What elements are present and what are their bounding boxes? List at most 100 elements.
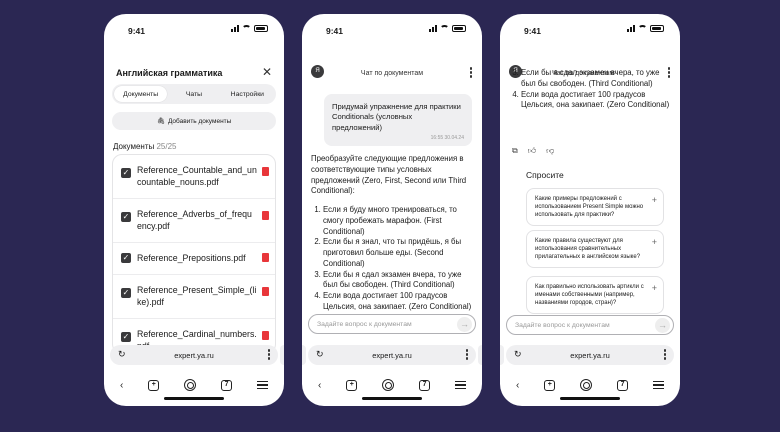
pdf-icon (262, 331, 269, 340)
chat-title: Чат по документам (360, 70, 424, 77)
suggestion-item[interactable]: Какие примеры предложений с использовани… (526, 188, 664, 227)
document-name: Reference_Countable_and_un countable_noun… (137, 164, 257, 187)
new-tab-icon[interactable]: + (148, 379, 160, 391)
plus-icon[interactable]: + (652, 236, 657, 248)
checkbox[interactable]: ✓ (121, 212, 131, 222)
plus-icon[interactable]: + (652, 282, 657, 294)
home-indicator (560, 397, 620, 400)
list-item[interactable]: ✓ Reference_Present_Simple_(li ke).pdf (113, 275, 275, 319)
more-icon[interactable] (469, 67, 472, 78)
phone-documents: 9:41 Английская грамматика ✕ Документы Ч… (104, 14, 284, 406)
close-icon[interactable]: ✕ (262, 65, 272, 79)
documents-label: Документы (113, 142, 155, 151)
chat-header: Я Чат по документам (302, 56, 482, 88)
checkbox[interactable]: ✓ (121, 288, 131, 298)
back-icon[interactable]: ‹ (516, 380, 519, 391)
battery-icon (254, 25, 268, 32)
more-icon[interactable] (663, 349, 666, 360)
checkbox[interactable]: ✓ (121, 253, 131, 263)
reload-icon[interactable]: ↻ (118, 349, 126, 360)
pdf-icon (262, 253, 269, 262)
browser-nav: ‹ + 7 (114, 378, 274, 392)
plus-icon[interactable]: + (652, 194, 657, 206)
checkbox[interactable]: ✓ (121, 332, 131, 342)
question-input[interactable]: Задайте вопрос к документам → (506, 315, 674, 335)
tabs-count-icon[interactable]: 7 (419, 379, 431, 391)
send-icon[interactable]: → (457, 317, 472, 332)
status-time: 9:41 (326, 26, 344, 36)
url-bar[interactable]: ↻ expert.ya.ru (110, 345, 278, 365)
menu-icon[interactable] (652, 380, 664, 390)
next-tab-peek (280, 345, 284, 365)
add-documents-button[interactable]: 🖇 Добавить документы (112, 112, 276, 130)
menu-icon[interactable] (256, 380, 268, 390)
suggestion-item[interactable]: Как правильно использовать артикли с име… (526, 276, 664, 315)
tabs-count-icon[interactable]: 7 (221, 379, 233, 391)
question-input[interactable]: Задайте вопрос к документам → (308, 314, 476, 334)
tabs-count-icon[interactable]: 7 (617, 379, 629, 391)
page-title: Английская грамматика (116, 68, 223, 78)
tab-chats[interactable]: Чаты (167, 86, 220, 102)
input-placeholder: Задайте вопрос к документам (317, 320, 412, 328)
add-documents-label: Добавить документы (167, 117, 232, 125)
list-item[interactable]: ✓ Reference_Countable_and_un countable_nou… (113, 155, 275, 199)
home-indicator (164, 397, 224, 400)
message-actions: ⧉ 👍︎ 👎︎ (512, 146, 554, 156)
prev-tab-peek (302, 345, 306, 365)
assistant-message: Если бы я сдал экзамен вчера, то уже был… (509, 68, 672, 111)
menu-icon[interactable] (454, 380, 466, 390)
back-icon[interactable]: ‹ (318, 380, 321, 391)
suggestion-text: Какие правила существуют для использован… (535, 238, 641, 261)
list-item: Если бы я сдал экзамен вчера, то уже был… (521, 68, 672, 90)
alice-icon[interactable] (382, 379, 395, 391)
back-icon[interactable]: ‹ (120, 380, 123, 391)
home-indicator (362, 397, 422, 400)
input-placeholder: Задайте вопрос к документам (515, 321, 610, 329)
new-tab-icon[interactable]: + (346, 379, 358, 391)
suggestion-text: Какие примеры предложений с использовани… (535, 196, 644, 219)
answer-list: Если я буду много тренироваться, то смог… (311, 205, 474, 313)
checkbox[interactable]: ✓ (121, 168, 131, 178)
phone-chat: 9:41 Я Чат по документам Придумай упражн… (302, 14, 482, 406)
more-icon[interactable] (465, 349, 468, 360)
signal-icon (429, 25, 437, 32)
wifi-icon (638, 25, 647, 32)
suggestion-item[interactable]: Какие правила существуют для использован… (526, 230, 664, 269)
url-text: expert.ya.ru (174, 350, 214, 360)
alice-icon[interactable] (580, 379, 593, 391)
thumbs-up-icon[interactable]: 👍︎ (528, 146, 536, 156)
alice-icon[interactable] (184, 379, 197, 391)
status-bar: 9:41 (500, 14, 680, 40)
send-icon[interactable]: → (655, 318, 670, 333)
suggestions-title: Спросите (526, 170, 564, 180)
prev-tab-peek (500, 345, 504, 365)
more-icon[interactable] (267, 349, 270, 360)
new-tab-icon[interactable]: + (544, 379, 556, 391)
wifi-icon (242, 25, 251, 32)
answer-intro: Преобразуйте следующие предложения в соо… (311, 154, 467, 196)
message-timestamp: 16:55 30.04.24 (430, 135, 464, 142)
list-item[interactable]: ✓ Reference_Prepositions.pdf (113, 243, 275, 275)
battery-icon (650, 25, 664, 32)
status-bar: 9:41 (302, 14, 482, 40)
url-bar[interactable]: ↻ expert.ya.ru (506, 345, 674, 365)
pdf-icon (262, 167, 269, 176)
pdf-icon (262, 211, 269, 220)
status-time: 9:41 (524, 26, 542, 36)
list-item: Если вода достигает 100 градусов Цельсия… (323, 291, 474, 313)
tab-documents[interactable]: Документы (114, 86, 168, 102)
list-item[interactable]: ✓ Reference_Adverbs_of_frequ ency.pdf (113, 199, 275, 243)
url-text: expert.ya.ru (570, 350, 610, 360)
list-item: Если я буду много тренироваться, то смог… (323, 205, 474, 237)
copy-icon[interactable]: ⧉ (512, 146, 518, 156)
suggestion-text: Как правильно использовать артикли с име… (535, 284, 644, 307)
reload-icon[interactable]: ↻ (514, 349, 522, 360)
list-item: Если вода достигает 100 градусов Цельсия… (521, 90, 672, 112)
url-bar[interactable]: ↻ expert.ya.ru (308, 345, 476, 365)
answer-list: Если бы я сдал экзамен вчера, то уже был… (509, 68, 672, 111)
thumbs-down-icon[interactable]: 👎︎ (546, 146, 554, 156)
url-text: expert.ya.ru (372, 350, 412, 360)
tab-settings[interactable]: Настройки (221, 86, 274, 102)
reload-icon[interactable]: ↻ (316, 349, 324, 360)
wifi-icon (440, 25, 449, 32)
